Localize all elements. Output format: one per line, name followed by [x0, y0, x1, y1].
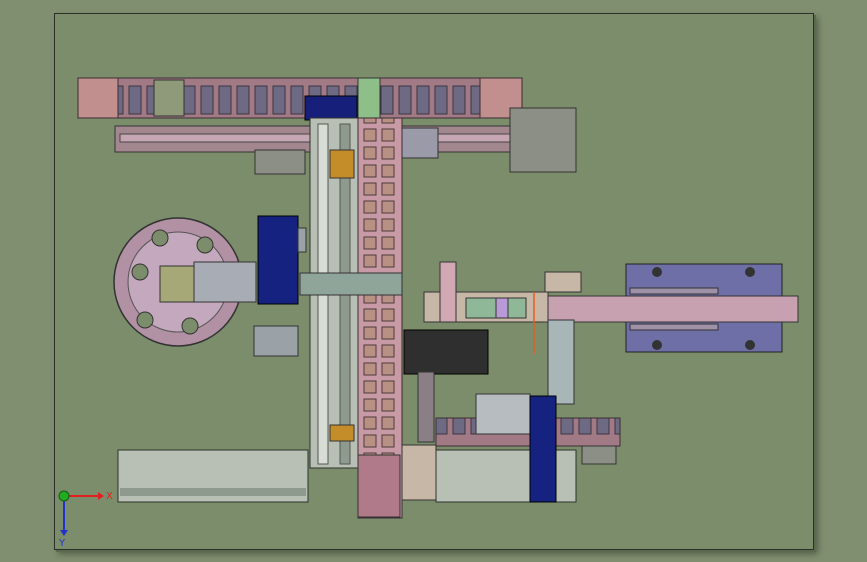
top-cable-chain — [77, 77, 523, 121]
vertical-axis-column — [309, 117, 437, 519]
cad-viewport[interactable]: X Y — [0, 0, 867, 562]
coordinate-triad-icon: X Y — [58, 490, 113, 549]
right-mount-plate — [547, 263, 799, 353]
x-axis-label: X — [106, 491, 113, 502]
y-axis-label: Y — [58, 538, 66, 549]
horizontal-arm — [299, 272, 403, 296]
rotary-feeder-wheel — [113, 215, 307, 357]
assembly-drawing[interactable]: X Y — [0, 0, 867, 562]
